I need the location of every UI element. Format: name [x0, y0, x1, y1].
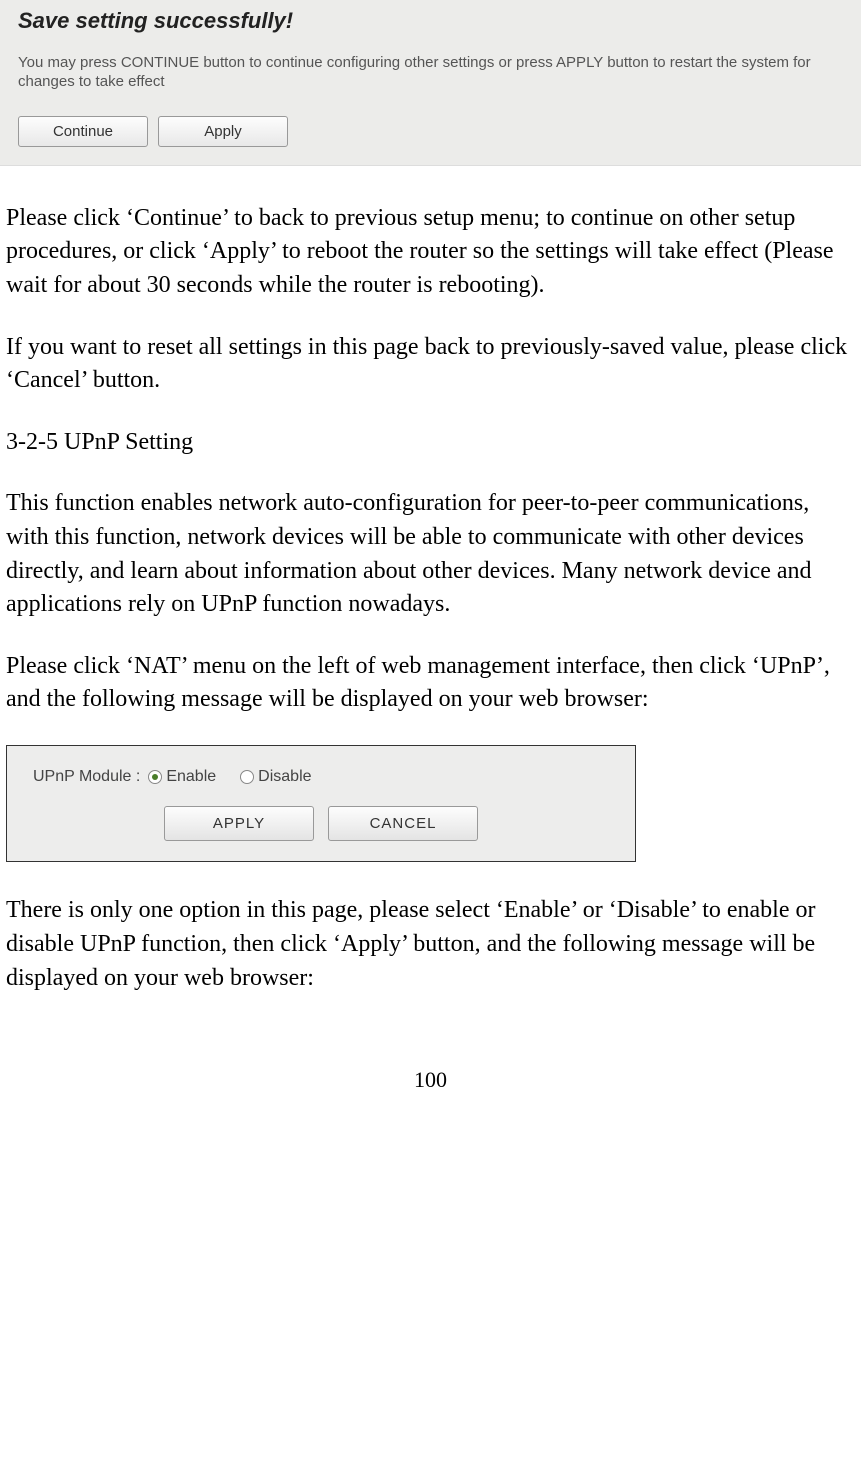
radio-disable[interactable]: Disable — [240, 766, 311, 788]
paragraph-enable-disable: There is only one option in this page, p… — [6, 894, 855, 995]
radio-disable-label: Disable — [258, 766, 311, 788]
section-heading-upnp: 3-2-5 UPnP Setting — [6, 426, 855, 460]
save-settings-panel: Save setting successfully! You may press… — [0, 0, 861, 166]
page-number: 100 — [6, 1065, 855, 1116]
upnp-module-panel: UPnP Module : Enable Disable APPLY CANCE… — [6, 745, 636, 862]
upnp-cancel-button[interactable]: CANCEL — [328, 806, 478, 841]
paragraph-continue-apply: Please click ‘Continue’ to back to previ… — [6, 202, 855, 303]
panel-button-row: Continue Apply — [18, 116, 843, 147]
panel-helptext: You may press CONTINUE button to continu… — [18, 53, 843, 92]
radio-enable-label: Enable — [166, 766, 216, 788]
radio-disable-icon — [240, 770, 254, 784]
radio-enable[interactable]: Enable — [148, 766, 216, 788]
upnp-apply-button[interactable]: APPLY — [164, 806, 314, 841]
panel-title: Save setting successfully! — [18, 6, 843, 37]
paragraph-nat-nav: Please click ‘NAT’ menu on the left of w… — [6, 650, 855, 717]
upnp-module-label: UPnP Module : — [33, 766, 140, 788]
paragraph-upnp-desc: This function enables network auto-confi… — [6, 487, 855, 621]
document-body: Please click ‘Continue’ to back to previ… — [0, 166, 861, 1116]
radio-enable-icon — [148, 770, 162, 784]
apply-button[interactable]: Apply — [158, 116, 288, 147]
upnp-button-row: APPLY CANCEL — [7, 806, 635, 841]
upnp-option-row: UPnP Module : Enable Disable — [7, 766, 635, 788]
paragraph-cancel: If you want to reset all settings in thi… — [6, 331, 855, 398]
continue-button[interactable]: Continue — [18, 116, 148, 147]
